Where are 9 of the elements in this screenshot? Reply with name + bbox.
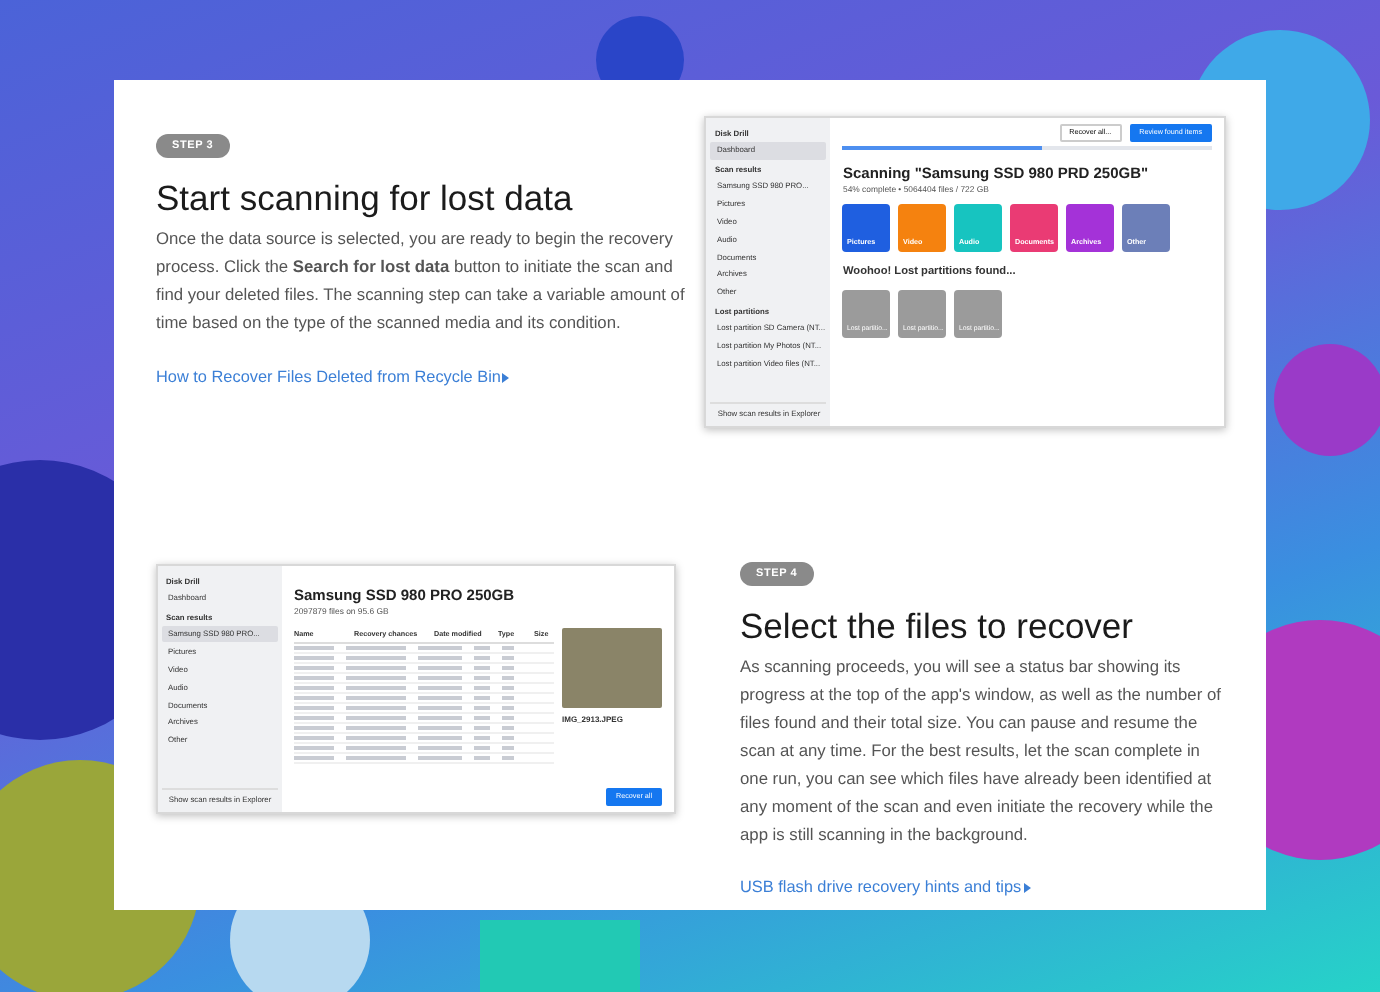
caret-icon — [500, 371, 511, 384]
step-description: As scanning proceeds, you will see a status bar showing its progress at the top of the app's window, as well as the number of files found and their total size. You can pause and resume the scan at any time. For the best results, let the scan complete in one run, you can see which files have already been identified at any moment of the scan and even initiate the recovery while the app is still scanning in the background. — [740, 654, 1223, 848]
caret-icon — [1021, 882, 1032, 895]
step-description: Once the data source is selected, you are ready to begin the recovery process. Click the Search for lost data button to initiate the scan and find your deleted files. The scanning step can take a variable amount of time based on the type of the scanned media and its condition. — [156, 226, 685, 336]
step-title: Select the files to recover — [740, 606, 1135, 647]
step-title: Start scanning for lost data — [156, 178, 575, 219]
photo-placeholder — [562, 627, 662, 708]
article-link[interactable]: How to Recover Files Deleted from Recycle Bin — [156, 367, 511, 386]
article-link[interactable]: USB flash drive recovery hints and tips — [740, 878, 1032, 897]
